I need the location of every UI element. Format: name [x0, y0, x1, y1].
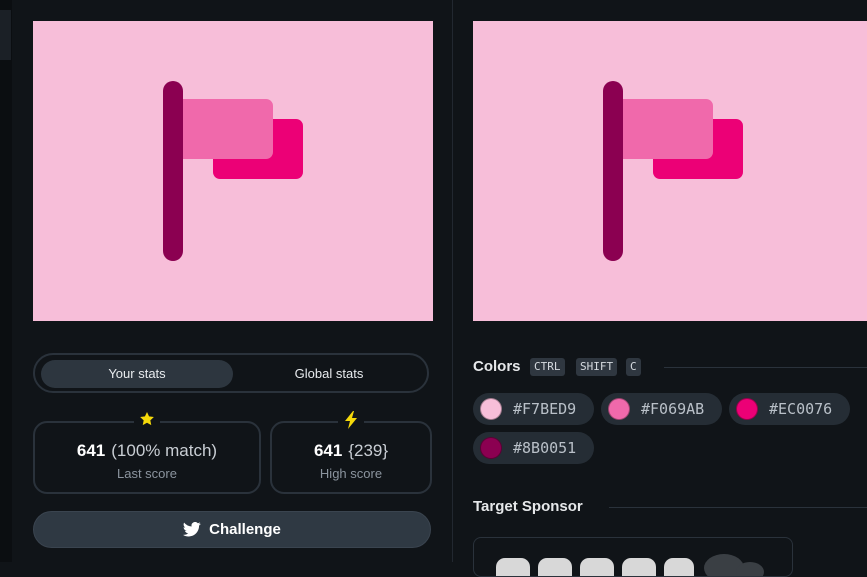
swatch-hex: #F7BED9 [513, 400, 577, 418]
lightning-icon [338, 411, 364, 433]
sidebar-tab[interactable] [0, 10, 11, 60]
color-swatch[interactable]: #F7BED9 [473, 393, 594, 425]
player-canvas [33, 21, 433, 321]
last-score-card: 641 (100% match) Last score [33, 411, 261, 494]
challenge-button[interactable]: Challenge [33, 511, 431, 548]
shortcut-key-ctrl: CTRL [530, 358, 565, 376]
high-score-value: 641 {239} [313, 441, 389, 460]
high-score-card: 641 {239} High score [270, 411, 432, 494]
swatch-dot [608, 398, 630, 420]
swatch-hex: #8B0051 [513, 439, 577, 457]
twitter-icon [183, 521, 202, 537]
target-flag-image [473, 21, 867, 321]
column-divider [452, 0, 453, 562]
high-score-caption: High score [319, 466, 383, 481]
swatch-dot [480, 398, 502, 420]
player-flag-image [33, 21, 433, 321]
sponsor-card[interactable] [473, 537, 793, 577]
star-icon [134, 411, 160, 433]
tab-your-stats[interactable]: Your stats [41, 360, 233, 388]
sponsor-logo [496, 554, 764, 576]
target-canvas [473, 21, 867, 321]
color-swatch[interactable]: #F069AB [601, 393, 722, 425]
shortcut-key-shift: SHIFT [576, 358, 618, 376]
swatch-dot [480, 437, 502, 459]
last-score-value: 641 (100% match) [76, 441, 218, 460]
swatch-dot [736, 398, 758, 420]
sponsor-divider [609, 507, 867, 508]
colors-heading: Colors [473, 358, 521, 375]
swatch-hex: #F069AB [641, 400, 705, 418]
color-swatch[interactable]: #8B0051 [473, 432, 594, 464]
stats-toggle: Your stats Global stats [33, 353, 429, 393]
color-swatch[interactable]: #EC0076 [729, 393, 850, 425]
last-score-caption: Last score [117, 466, 177, 481]
tab-global-stats[interactable]: Global stats [233, 360, 425, 388]
shortcut-key-c: C [626, 358, 641, 376]
left-sidebar-edge [0, 0, 12, 562]
swatch-hex: #EC0076 [769, 400, 833, 418]
sponsor-heading: Target Sponsor [473, 498, 583, 515]
challenge-label: Challenge [209, 521, 281, 538]
colors-divider [664, 367, 867, 368]
